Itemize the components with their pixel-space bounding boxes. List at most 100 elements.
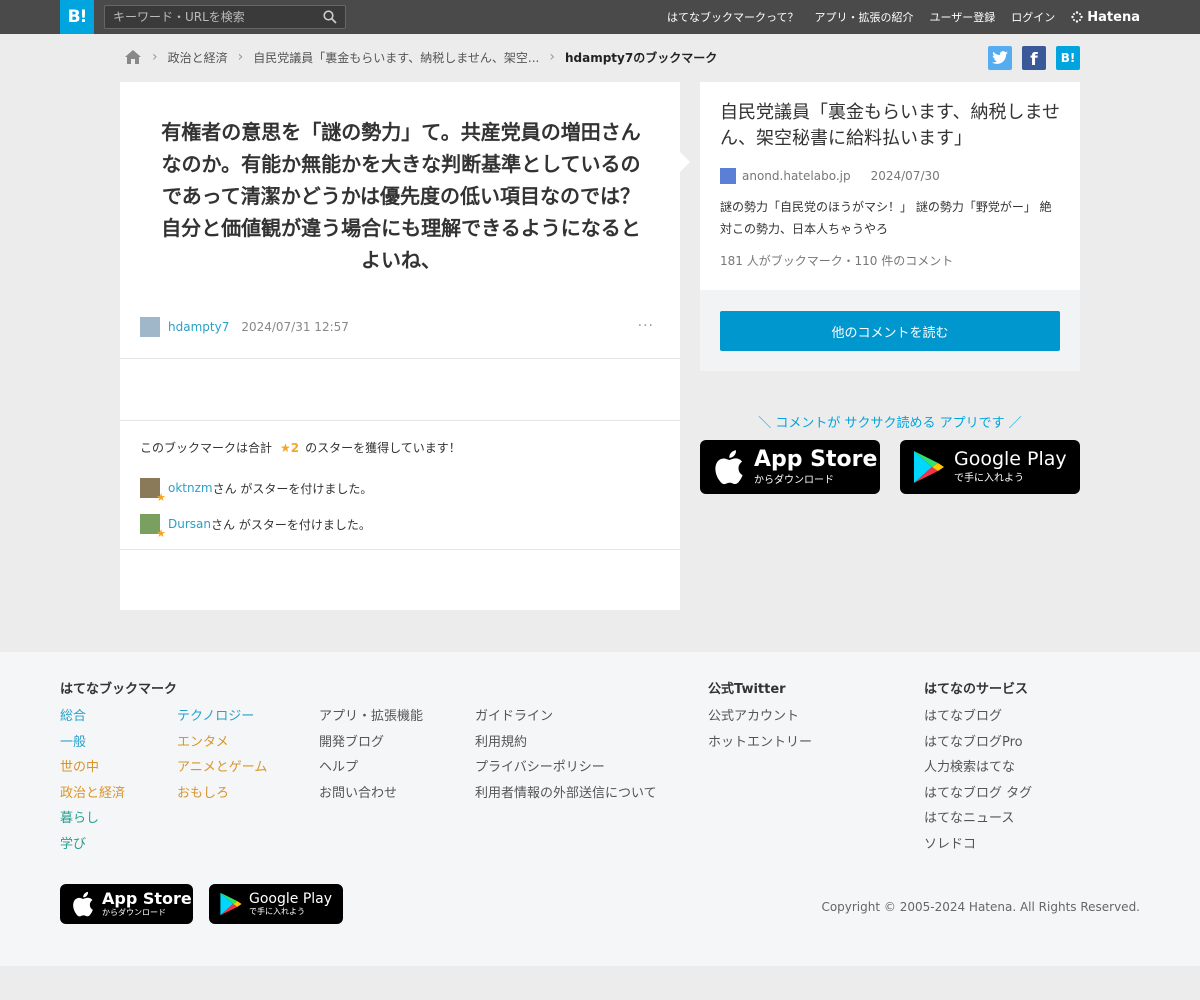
footer-link[interactable]: はてなブログ [924,704,1032,730]
footer-link[interactable]: アニメとゲーム [177,755,267,781]
star-user-row: ★ Dursan さん がスターを付けました。 [140,514,371,540]
footer-app-store-badge[interactable]: App Store からダウンロード [60,884,193,924]
entry-domain[interactable]: anond.hatelabo.jp [742,169,851,183]
footer-heading-bookmark: はてなブックマーク [60,682,178,697]
chevron-right-icon: › [549,49,555,65]
bookmark-author: hdampty7 2024/07/31 12:57 [140,316,349,338]
footer-link[interactable]: ヘルプ [319,755,423,781]
footer-link[interactable]: 一般 [60,730,125,756]
star-icon: ★ [156,491,166,504]
avatar[interactable]: ★ [140,478,166,504]
footer-link[interactable]: お問い合わせ [319,781,423,807]
copyright: Copyright © 2005-2024 Hatena. All Rights… [821,900,1140,914]
read-comments-button[interactable]: 他のコメントを読む [720,311,1060,351]
footer-link[interactable]: 総合 [60,704,125,730]
facebook-share-button[interactable]: f [1022,46,1046,70]
divider [120,420,680,421]
hatena-bookmark-logo[interactable]: B! [60,0,94,34]
star-user-name[interactable]: Dursan [168,517,211,531]
entry-card: 自民党議員「裏金もらいます、納税しません、架空秘書に給料払います」 anond.… [700,82,1080,371]
bookmark-panel: 有権者の意思を「謎の勢力」て。共産党員の増田さんなのか。有能か無能かを大きな判断… [120,82,680,610]
search-input[interactable] [113,8,313,26]
footer-link[interactable]: テクノロジー [177,704,267,730]
top-nav: はてなブックマークって？ アプリ・拡張の紹介 ユーザー登録 ログイン Haten… [667,0,1140,34]
stars-summary: このブックマークは合計 ★2 のスターを獲得しています！ [140,439,461,456]
apple-icon [73,891,93,917]
more-menu-icon[interactable]: ··· [638,318,654,334]
star-count[interactable]: ★2 [280,441,299,455]
footer-link[interactable]: 世の中 [60,755,125,781]
entry-source: anond.hatelabo.jp 2024/07/30 [720,168,940,184]
search-box[interactable] [104,5,346,29]
footer-link[interactable]: 利用規約 [475,730,657,756]
hatena-b-icon: B! [1060,51,1076,65]
author-name[interactable]: hdampty7 [168,320,229,334]
star-icon: ★ [156,527,166,540]
nav-login[interactable]: ログイン [1011,9,1055,25]
stars-prefix: このブックマークは合計 [140,441,273,455]
app-store-badge[interactable]: App Store からダウンロード [700,440,880,494]
nav-about[interactable]: はてなブックマークって？ [667,9,798,25]
app-store-text: App Store からダウンロード [754,446,878,486]
footer-link[interactable]: 政治と経済 [60,781,125,807]
breadcrumb-category[interactable]: 政治と経済 [168,49,228,66]
bookmark-date: 2024/07/31 12:57 [241,320,349,334]
share-buttons: f B! [988,46,1080,70]
footer-google-play-badge[interactable]: Google Play で手に入れよう [209,884,343,924]
google-play-sublabel: で手に入れよう [249,906,305,916]
footer-link[interactable]: 利用者情報の外部送信について [475,781,657,807]
footer-services: はてなブログ はてなブログPro 人力検索はてな はてなブログ タグ はてなニュ… [924,704,1032,857]
footer-link[interactable]: エンタメ [177,730,267,756]
footer-link[interactable]: はてなブログ タグ [924,781,1032,807]
google-play-label: Google Play [249,890,333,907]
footer-heading-services: はてなのサービス [924,682,1029,697]
nav-apps[interactable]: アプリ・拡張の紹介 [815,9,914,25]
app-store-label: App Store [754,446,878,472]
hatena-brand-text: Hatena [1087,9,1140,25]
footer-links-1: アプリ・拡張機能 開発ブログ ヘルプ お問い合わせ [319,704,423,806]
divider [120,549,680,550]
chevron-right-icon: › [237,49,244,65]
google-play-badge[interactable]: Google Play で手に入れよう [900,440,1080,494]
footer-link[interactable]: 学び [60,832,125,858]
google-play-sublabel: で手に入れよう [954,473,1024,484]
search-icon[interactable] [323,10,337,24]
google-play-icon [220,892,242,916]
breadcrumb-entry[interactable]: 自民党議員「裏金もらいます、納税しません、架空... [253,49,539,66]
divider [120,358,680,359]
star-user-name[interactable]: oktnzm [168,481,213,495]
footer-link[interactable]: 暮らし [60,806,125,832]
entry-title[interactable]: 自民党議員「裏金もらいます、納税しません、架空秘書に給料払います」 [720,100,1065,152]
hatena-brand[interactable]: Hatena [1071,10,1140,25]
breadcrumb: › 政治と経済 › 自民党議員「裏金もらいます、納税しません、架空... › h… [124,46,717,68]
bookmark-comment: 有権者の意思を「謎の勢力」て。共産党員の増田さんなのか。有能か無能かを大きな判断… [161,120,641,272]
apple-icon [715,450,743,485]
star-user-text: さん がスターを付けました。 [211,517,371,532]
entry-date: 2024/07/30 [870,169,940,183]
footer-categories-1: 総合 一般 世の中 政治と経済 暮らし 学び [60,704,125,857]
footer-link[interactable]: ガイドライン [475,704,657,730]
bookmark-count[interactable]: 181 人がブックマーク・110 件のコメント [720,252,953,269]
footer-link[interactable]: はてなニュース [924,806,1032,832]
nav-register[interactable]: ユーザー登録 [930,9,996,25]
footer-link[interactable]: おもしろ [177,781,267,807]
app-store-sublabel: からダウンロード [754,474,834,486]
read-button-area: 他のコメントを読む [700,290,1080,371]
twitter-share-button[interactable] [988,46,1012,70]
app-store-label: App Store [102,888,192,908]
home-icon[interactable] [124,49,142,65]
footer-link[interactable]: 開発ブログ [319,730,423,756]
footer-link[interactable]: ホットエントリー [708,730,812,756]
footer-link[interactable]: プライバシーポリシー [475,755,657,781]
avatar[interactable] [140,317,160,337]
footer-link[interactable]: ソレドコ [924,832,1032,858]
footer-link[interactable]: 公式アカウント [708,704,812,730]
google-play-text: Google Play で手に入れよう [249,892,332,917]
footer-link[interactable]: アプリ・拡張機能 [319,704,423,730]
footer-link[interactable]: はてなブログPro [924,730,1032,756]
avatar[interactable]: ★ [140,514,166,540]
footer-link[interactable]: 人力検索はてな [924,755,1032,781]
hatena-bookmark-share-button[interactable]: B! [1056,46,1080,70]
callout-arrow [680,152,690,172]
google-play-text: Google Play で手に入れよう [954,450,1067,485]
